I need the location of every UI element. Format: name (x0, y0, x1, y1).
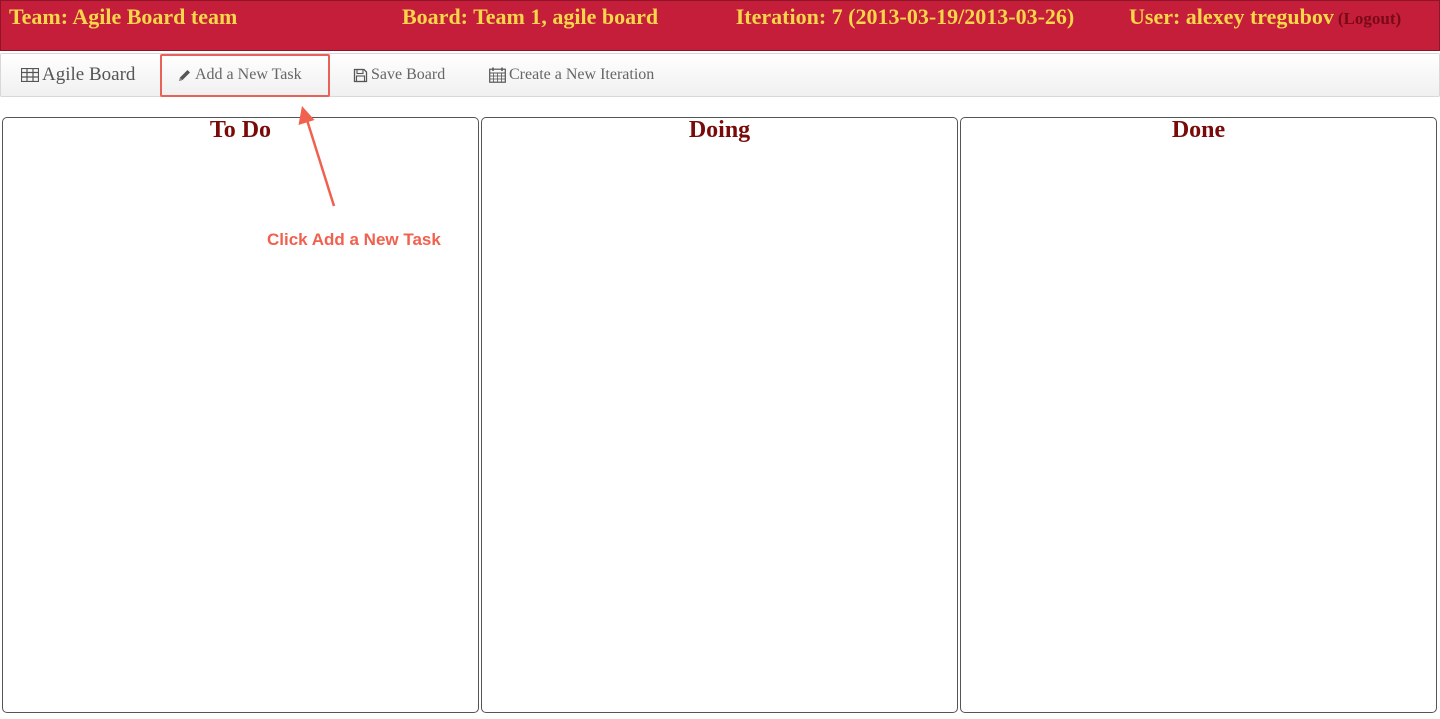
add-new-task-button[interactable]: Add a New Task (177, 54, 302, 96)
table-icon (21, 68, 39, 82)
column-done[interactable]: Done (960, 117, 1437, 713)
column-title-doing: Doing (688, 117, 751, 143)
logout-link[interactable]: (Logout) (1338, 9, 1401, 28)
annotation-text: Click Add a New Task (267, 230, 441, 249)
team-label: Team: Agile Board team (9, 4, 238, 29)
column-doing[interactable]: Doing (481, 117, 958, 713)
save-board-label: Save Board (371, 66, 446, 83)
column-todo[interactable]: To Do (2, 117, 479, 713)
save-icon (353, 68, 368, 82)
pencil-icon (179, 69, 190, 81)
toolbar: Agile Board Add a New Task Save Board Cr… (0, 53, 1440, 97)
user-label: User: alexey tregubov (1129, 4, 1334, 29)
new-iteration-label: Create a New Iteration (509, 66, 655, 83)
add-task-label: Add a New Task (195, 66, 302, 83)
column-title-todo: To Do (209, 117, 272, 143)
iteration-label: Iteration: 7 (2013-03-19/2013-03-26) (735, 4, 1075, 29)
top-header-bar: Team: Agile Board team Board: Team 1, ag… (0, 0, 1440, 51)
save-board-button[interactable]: Save Board (353, 54, 445, 96)
calendar-icon (489, 67, 506, 83)
brand-label: Agile Board (42, 64, 136, 85)
board-label: Board: Team 1, agile board (402, 4, 659, 29)
column-title-done: Done (1171, 117, 1226, 143)
create-new-iteration-button[interactable]: Create a New Iteration (489, 54, 654, 96)
agile-board-brand-link[interactable]: Agile Board (21, 54, 135, 96)
user-info: User: alexey tregubov (Logout) (1129, 6, 1401, 30)
